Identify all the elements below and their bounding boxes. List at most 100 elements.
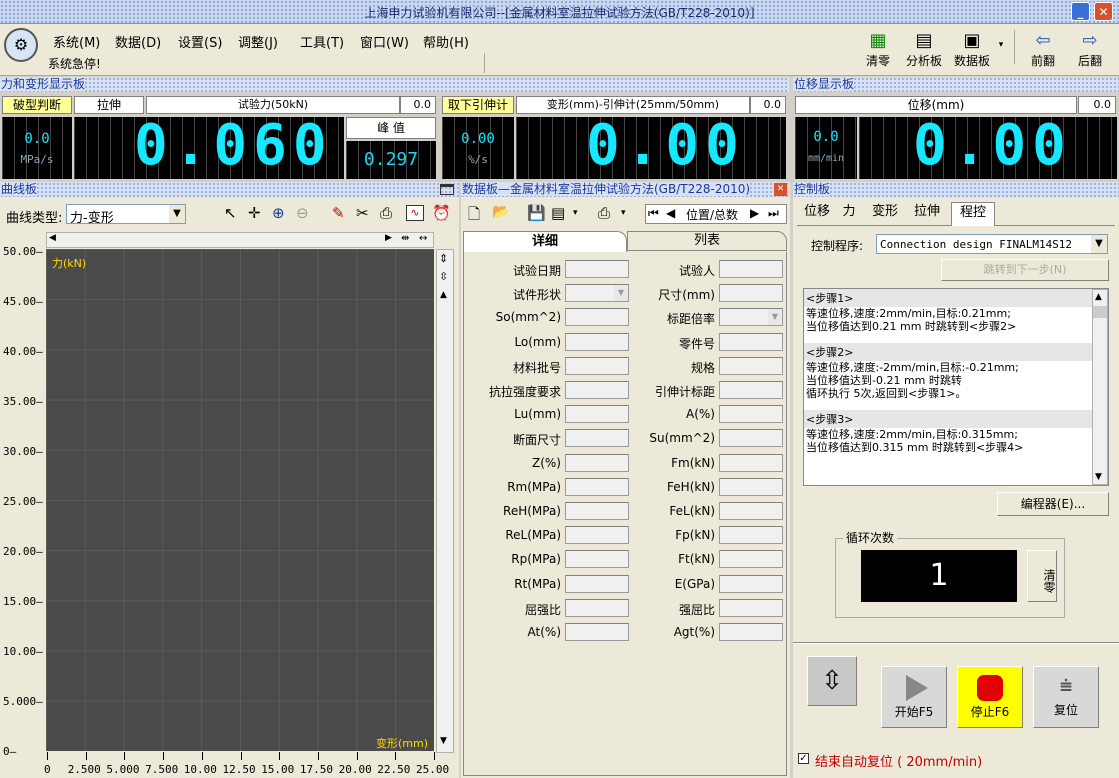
crosshair-icon[interactable]: ✛ — [248, 204, 261, 222]
print-dropdown-icon[interactable]: ▾ — [621, 208, 626, 218]
tab-program-control[interactable]: 程控 — [951, 202, 995, 226]
left-field-input[interactable] — [565, 477, 629, 496]
right-field-input[interactable] — [719, 574, 783, 593]
chart-icon[interactable]: ∿ — [406, 205, 424, 221]
tab-displacement[interactable]: 位移 — [801, 202, 833, 222]
left-field-input[interactable] — [565, 381, 629, 399]
open-folder-icon[interactable]: 📂 — [492, 204, 509, 220]
skip-next-step-button[interactable]: 跳转到下一步(N) — [941, 259, 1109, 281]
pen-icon[interactable]: ✎ — [332, 204, 345, 222]
start-button[interactable]: 开始F5 — [881, 666, 947, 728]
zoom-x-in-icon[interactable]: ⇹ — [401, 233, 409, 244]
auto-reset-checkbox[interactable]: ✓ — [798, 753, 809, 764]
left-field-input[interactable] — [565, 598, 629, 617]
right-field-input[interactable]: ▼ — [719, 308, 783, 327]
scroll-down-icon[interactable]: ▼ — [1095, 472, 1102, 482]
right-field-input[interactable] — [719, 550, 783, 569]
left-field-input[interactable] — [565, 429, 629, 448]
left-field-input[interactable] — [565, 453, 629, 472]
minimize-button[interactable]: _ — [1071, 2, 1090, 21]
tab-deform[interactable]: 变形 — [869, 202, 901, 222]
right-field-input[interactable] — [719, 332, 783, 351]
zoom-y-in-icon[interactable]: ⇕ — [439, 252, 448, 265]
pointer-icon[interactable]: ↖ — [224, 204, 237, 222]
menu-window[interactable]: 窗口(W) — [360, 32, 409, 51]
left-field-input[interactable] — [565, 332, 629, 351]
menu-help[interactable]: 帮助(H) — [423, 32, 469, 51]
tab-force[interactable]: 力 — [839, 202, 859, 222]
zero-button[interactable]: ▦ 清零 — [861, 30, 895, 69]
vertical-scrollbar[interactable]: ⇕ ⇳ ▲ ▼ — [436, 249, 454, 753]
databoard-dropdown[interactable]: ▾ — [996, 40, 1006, 50]
scroll-thumb[interactable] — [1093, 306, 1107, 318]
right-field-input[interactable] — [719, 429, 783, 448]
save-icon[interactable]: 💾 — [527, 204, 546, 222]
print-icon[interactable]: ⎙ — [380, 204, 392, 222]
clock-icon[interactable]: ⏰ — [432, 204, 451, 222]
chart-plot-area[interactable] — [46, 249, 434, 751]
left-field-input[interactable] — [565, 405, 629, 424]
break-judge-button[interactable]: 破型判断 — [2, 96, 72, 114]
menu-data[interactable]: 数据(D) — [115, 32, 161, 51]
editor-button[interactable]: 编程器(E)... — [997, 492, 1109, 516]
analysis-button[interactable]: ▤ 分析板 — [903, 30, 945, 69]
right-field-input[interactable] — [719, 477, 783, 496]
zoom-out-icon[interactable]: ⊖ — [296, 204, 309, 222]
tab-detail[interactable]: 详细 — [463, 231, 627, 253]
next-record-icon[interactable]: ▶ — [750, 206, 759, 220]
remove-extensometer-button[interactable]: 取下引伸计 — [442, 96, 514, 114]
left-field-input[interactable] — [565, 623, 629, 641]
tab-tensile[interactable]: 拉伸 — [911, 202, 943, 222]
jog-button[interactable]: ⇳ — [807, 656, 857, 706]
left-field-input[interactable] — [565, 574, 629, 593]
left-field-input[interactable] — [565, 550, 629, 569]
cycle-clear-button[interactable]: 清零 — [1027, 550, 1057, 602]
zoom-in-icon[interactable]: ⊕ — [272, 204, 285, 222]
reset-button[interactable]: ⩧ 复位 — [1033, 666, 1099, 728]
right-field-input[interactable] — [719, 502, 783, 520]
right-field-input[interactable] — [719, 284, 783, 303]
last-record-icon[interactable]: ⏭ — [768, 206, 779, 221]
right-field-input[interactable] — [719, 260, 783, 278]
print-icon[interactable]: ⎙ — [598, 204, 610, 222]
left-field-input[interactable] — [565, 260, 629, 278]
tab-list[interactable]: 列表 — [627, 231, 787, 251]
right-field-input[interactable] — [719, 598, 783, 617]
right-field-input[interactable] — [719, 405, 783, 424]
report-dropdown-icon[interactable]: ▾ — [573, 208, 578, 218]
menu-tools[interactable]: 工具(T) — [300, 32, 344, 51]
databoard-button[interactable]: ▣ 数据板 — [951, 30, 993, 69]
menu-settings[interactable]: 设置(S) — [178, 32, 222, 51]
zoom-y-out-icon[interactable]: ⇳ — [439, 270, 448, 283]
scroll-up-icon[interactable]: ▲ — [440, 290, 447, 300]
report-icon[interactable]: ▤ — [551, 204, 565, 222]
scroll-up-icon[interactable]: ▲ — [1095, 292, 1102, 302]
right-field-input[interactable] — [719, 526, 783, 545]
curve-type-select[interactable]: 力-变形 ▼ — [66, 204, 186, 226]
menu-system[interactable]: 系统(M) — [53, 32, 100, 51]
stop-button[interactable]: 停止F6 — [957, 666, 1023, 728]
steps-scrollbar[interactable]: ▲ ▼ — [1092, 289, 1108, 485]
scroll-left-icon[interactable]: ◀ — [49, 233, 56, 243]
maximize-icon[interactable] — [440, 184, 454, 195]
right-field-input[interactable] — [719, 453, 783, 472]
left-field-input[interactable] — [565, 356, 629, 375]
new-file-icon[interactable]: 🗋 — [468, 204, 480, 229]
horizontal-scrollbar[interactable]: ◀ ▶ ⇹ ↔ — [46, 232, 434, 248]
left-field-input[interactable]: ▼ — [565, 284, 629, 303]
left-field-input[interactable] — [565, 308, 629, 327]
left-field-input[interactable] — [565, 526, 629, 545]
next-page-button[interactable]: ⇨ 后翻 — [1073, 30, 1107, 69]
scroll-right-icon[interactable]: ▶ — [385, 233, 392, 243]
zoom-x-out-icon[interactable]: ↔ — [419, 233, 427, 244]
right-field-input[interactable] — [719, 381, 783, 399]
program-steps-list[interactable]: <步骤1> 等速位移,速度:2mm/min,目标:0.21mm; 当位移值达到0.2… — [803, 288, 1109, 486]
close-icon[interactable]: ✕ — [774, 183, 787, 196]
record-navigator[interactable]: ⏮ ◀ 位置/总数 ▶ ⏭ — [645, 204, 787, 224]
right-field-input[interactable] — [719, 356, 783, 375]
close-button[interactable]: ✕ — [1094, 2, 1113, 21]
prev-page-button[interactable]: ⇦ 前翻 — [1026, 30, 1060, 69]
left-field-input[interactable] — [565, 502, 629, 520]
program-select[interactable]: Connection design FINALM14S12 ▼ — [876, 234, 1108, 254]
first-record-icon[interactable]: ⏮ — [648, 206, 659, 221]
